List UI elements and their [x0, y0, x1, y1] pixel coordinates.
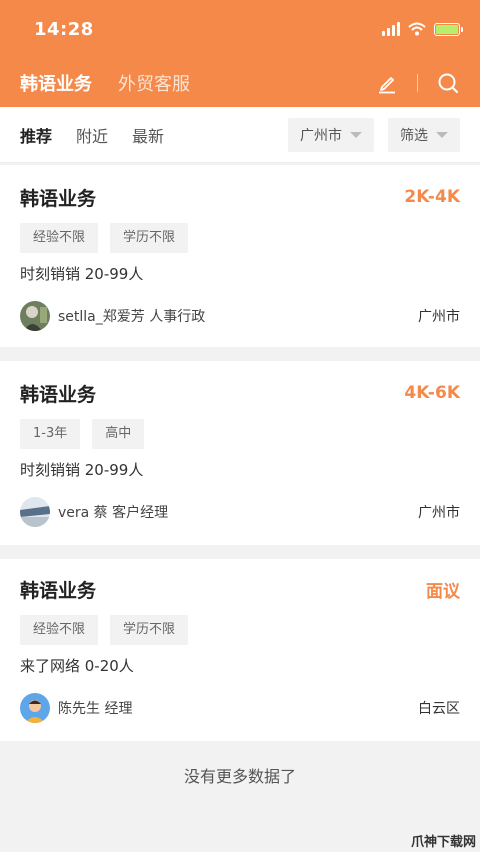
job-tags: 经验不限 学历不限 — [20, 615, 460, 645]
wifi-icon — [408, 22, 426, 36]
no-more-data: 没有更多数据了 — [183, 767, 296, 786]
tag-experience: 经验不限 — [20, 223, 99, 253]
nav-divider — [417, 73, 418, 92]
city-select[interactable]: 广州市 — [288, 117, 374, 152]
company-info: 时刻销销 20-99人 — [20, 461, 144, 479]
search-icon[interactable] — [436, 71, 460, 95]
tag-education: 学历不限 — [110, 615, 189, 645]
chevron-down-icon — [350, 131, 362, 138]
job-tags: 经验不限 学历不限 — [20, 223, 460, 253]
avatar — [20, 497, 50, 527]
status-bar: 14:28 — [0, 0, 480, 58]
top-nav: 韩语业务 外贸客服 — [0, 58, 480, 107]
company-info: 时刻销销 20-99人 — [20, 265, 144, 283]
job-salary: 4K-6K — [404, 383, 460, 403]
job-title: 韩语业务 — [20, 383, 97, 406]
job-card[interactable]: 韩语业务 4K-6K 1-3年 高中 时刻销销 20-99人 vera 蔡 客户… — [0, 361, 480, 545]
tag-education: 高中 — [92, 419, 145, 449]
job-location: 广州市 — [418, 505, 460, 521]
filter-select[interactable]: 筛选 — [388, 117, 460, 152]
job-location: 白云区 — [418, 701, 460, 717]
recruiter-info: vera 蔡 客户经理 — [58, 505, 169, 521]
filter-bar: 推荐 附近 最新 广州市 筛选 — [0, 107, 480, 163]
recruiter-info: 陈先生 经理 — [58, 701, 133, 717]
job-card[interactable]: 韩语业务 2K-4K 经验不限 学历不限 时刻销销 20-99人 setlla_… — [0, 165, 480, 347]
tab-korean-business[interactable]: 韩语业务 — [20, 70, 92, 96]
battery-icon — [434, 22, 463, 36]
job-location: 广州市 — [418, 309, 460, 325]
status-time: 14:28 — [34, 18, 94, 40]
signal-icon — [382, 22, 400, 36]
chevron-down-icon — [436, 131, 448, 138]
tab-nearby[interactable]: 附近 — [76, 123, 108, 147]
edit-icon[interactable] — [375, 71, 399, 95]
app-header: 14:28 韩语业务 外贸客服 — [0, 0, 480, 107]
recruiter-info: setlla_郑爱芳 人事行政 — [58, 309, 206, 325]
status-icons — [382, 22, 463, 36]
job-card[interactable]: 韩语业务 面议 经验不限 学历不限 来了网络 0-20人 陈先生 经理 白云区 — [0, 559, 480, 741]
job-salary: 面议 — [426, 581, 460, 602]
tag-education: 学历不限 — [110, 223, 189, 253]
avatar — [20, 693, 50, 723]
tab-recommended[interactable]: 推荐 — [20, 123, 52, 147]
tag-experience: 经验不限 — [20, 615, 99, 645]
tab-latest[interactable]: 最新 — [132, 123, 164, 147]
job-salary: 2K-4K — [404, 187, 460, 207]
avatar — [20, 301, 50, 331]
job-title: 韩语业务 — [20, 187, 97, 210]
city-select-label: 广州市 — [300, 127, 342, 144]
tab-foreign-trade-service[interactable]: 外贸客服 — [118, 70, 190, 96]
job-tags: 1-3年 高中 — [20, 419, 460, 449]
filter-select-label: 筛选 — [400, 127, 428, 144]
tag-experience: 1-3年 — [20, 419, 81, 449]
watermark: 爪神下载网 — [410, 835, 476, 850]
job-title: 韩语业务 — [20, 579, 97, 602]
company-info: 来了网络 0-20人 — [20, 657, 134, 675]
